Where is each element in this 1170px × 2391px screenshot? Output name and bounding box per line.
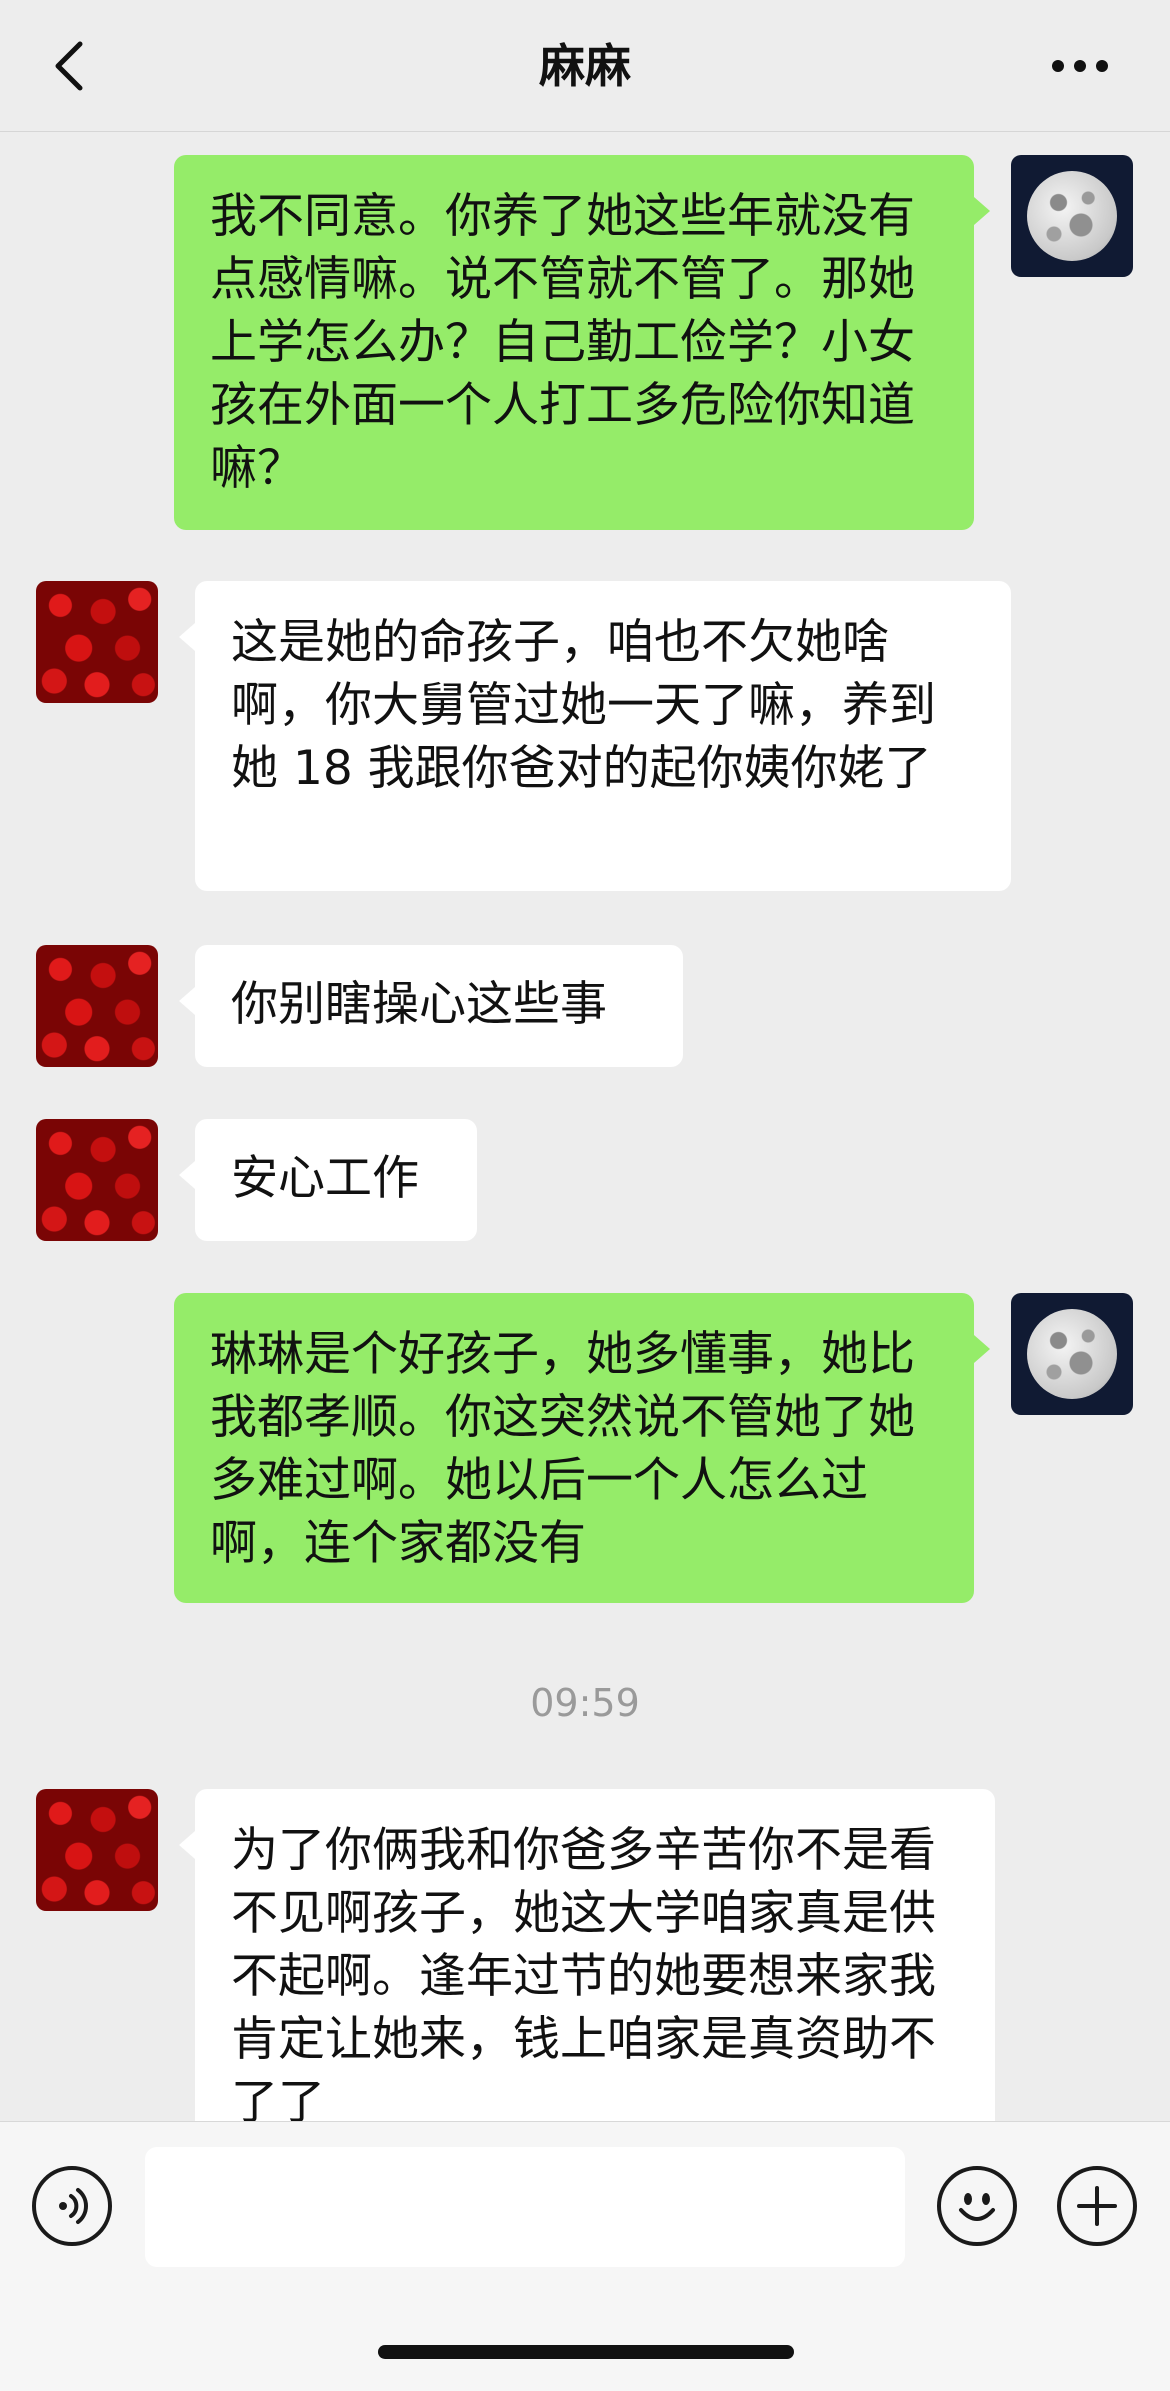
message-bubble-outgoing[interactable]: 我不同意。你养了她这些年就没有点感情嘛。说不管就不管了。那她上学怎么办？自己勤工… [174,155,990,530]
message-text: 这是她的命孩子，咱也不欠她啥啊，你大舅管过她一天了嘛，养到她 18 我跟你爸对的… [231,615,936,796]
chat-area[interactable]: 我不同意。你养了她这些年就没有点感情嘛。说不管就不管了。那她上学怎么办？自己勤工… [0,133,1170,2121]
moon-avatar-image [1027,171,1117,261]
chat-title: 麻麻 [539,39,631,93]
message-bubble-incoming[interactable]: 为了你俩我和你爸多辛苦你不是看不见啊孩子，她这大学咱家真是供不起啊。逢年过节的她… [179,1789,995,2121]
avatar-contact[interactable] [36,1119,158,1241]
message-text: 安心工作 [231,1151,419,1206]
message-text: 琳琳是个好孩子，她多懂事，她比我都孝顺。你这突然说不管她了她多难过啊。她以后一个… [210,1327,915,1571]
emoji-icon [959,2193,995,2221]
message-bubble-incoming[interactable]: 安心工作 [179,1119,477,1241]
message-input[interactable] [145,2147,905,2267]
moon-avatar-image [1027,1309,1117,1399]
avatar-contact[interactable] [36,945,158,1067]
ellipsis-icon [1052,60,1108,72]
plus-icon [1077,2186,1117,2226]
voice-icon [59,2188,88,2224]
timestamp: 09:59 [530,1681,640,1725]
message-text: 为了你俩我和你爸多辛苦你不是看不见啊孩子，她这大学咱家真是供不起啊。逢年过节的她… [231,1823,936,2121]
message-text: 你别瞎操心这些事 [231,977,607,1032]
emoji-button[interactable] [937,2166,1017,2246]
avatar-self[interactable] [1011,1293,1133,1415]
avatar-self[interactable] [1011,155,1133,277]
message-bubble-incoming[interactable]: 这是她的命孩子，咱也不欠她啥啊，你大舅管过她一天了嘛，养到她 18 我跟你爸对的… [179,581,1011,891]
voice-button[interactable] [32,2166,112,2246]
avatar-contact[interactable] [36,581,158,703]
message-text: 我不同意。你养了她这些年就没有点感情嘛。说不管就不管了。那她上学怎么办？自己勤工… [210,189,915,496]
message-bubble-incoming[interactable]: 你别瞎操心这些事 [179,945,683,1067]
home-indicator[interactable] [378,2345,794,2359]
plus-button[interactable] [1057,2166,1137,2246]
message-bubble-outgoing[interactable]: 琳琳是个好孩子，她多懂事，她比我都孝顺。你这突然说不管她了她多难过啊。她以后一个… [174,1293,990,1603]
more-button[interactable] [1030,34,1130,98]
top-bar: 麻麻 [0,0,1170,132]
avatar-contact[interactable] [36,1789,158,1911]
